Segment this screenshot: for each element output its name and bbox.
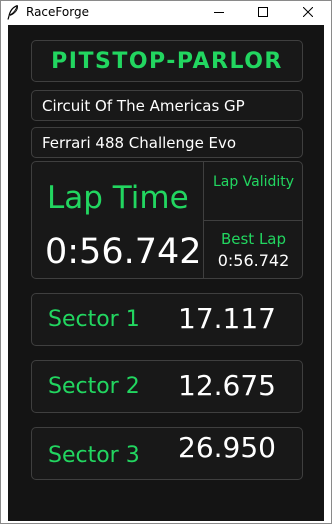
maximize-button[interactable]: [241, 1, 285, 24]
close-icon: [302, 4, 314, 22]
car-name-field: Ferrari 488 Challenge Evo: [31, 127, 303, 158]
title-bar[interactable]: RaceForge: [1, 1, 331, 24]
close-button[interactable]: [286, 1, 330, 24]
lap-time-label: Lap Time: [47, 180, 189, 216]
sector-1-panel: Sector 1 17.117: [31, 293, 303, 346]
minimize-icon: [214, 4, 224, 22]
best-lap-value: 0:56.742: [217, 251, 290, 270]
sector-3-time: 26.950: [178, 431, 276, 464]
best-lap-label: Best Lap: [220, 230, 287, 248]
app-window: RaceForge PITSTOP-PARLOR Circuit Of The …: [0, 0, 332, 524]
maximize-icon: [258, 4, 268, 22]
dashboard: PITSTOP-PARLOR Circuit Of The Americas G…: [8, 25, 324, 521]
sector-1-label: Sector 1: [48, 307, 140, 332]
brand-banner: PITSTOP-PARLOR: [31, 40, 303, 82]
sector-2-panel: Sector 2 12.675: [31, 360, 303, 413]
track-name-field: Circuit Of The Americas GP: [31, 90, 303, 121]
minimize-button[interactable]: [197, 1, 241, 24]
sector-2-label: Sector 2: [48, 374, 140, 399]
lap-divider-horizontal: [203, 220, 303, 221]
sector-1-time: 17.117: [178, 302, 276, 335]
lap-time-panel: Lap Time 0:56.742 Lap Validity Best Lap …: [31, 161, 303, 279]
sector-3-panel: Sector 3 26.950: [31, 427, 303, 480]
lap-time-value: 0:56.742: [45, 232, 202, 272]
lap-validity-label: Lap Validity: [212, 174, 295, 190]
sector-3-label: Sector 3: [48, 443, 140, 468]
feather-icon: [7, 4, 19, 20]
sector-2-time: 12.675: [178, 369, 276, 402]
window-title: RaceForge: [26, 5, 89, 19]
